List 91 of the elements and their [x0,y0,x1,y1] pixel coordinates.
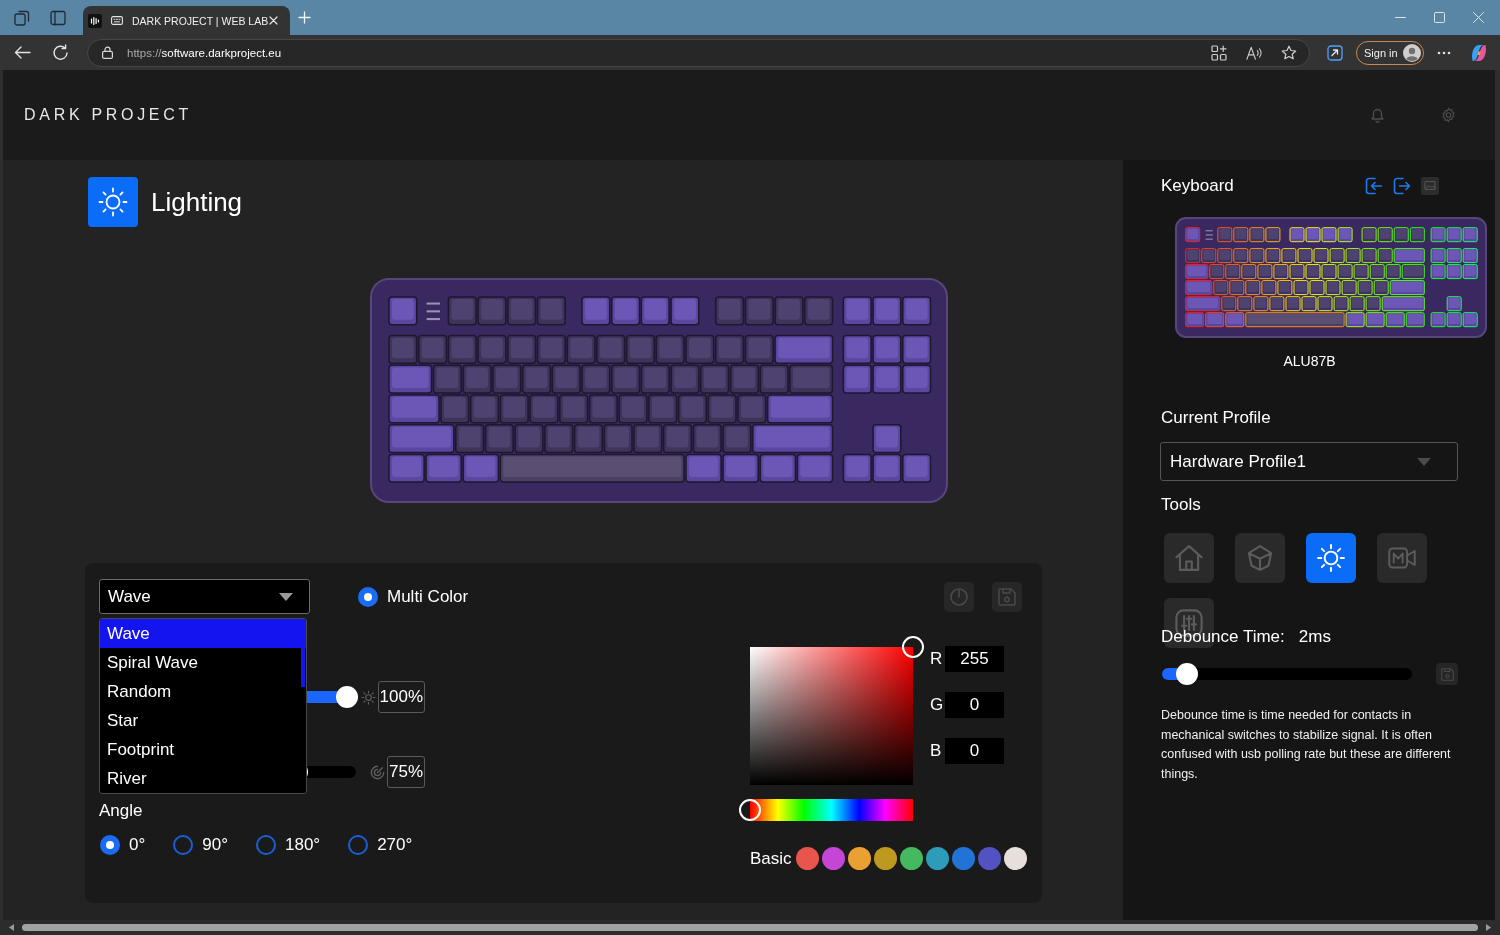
dropdown-option[interactable]: Footprint [100,735,306,764]
channel-label: B [930,741,943,761]
avatar-icon [1403,43,1421,62]
basic-label: Basic [750,848,792,869]
device-name: ALU87B [1282,353,1337,369]
cube-icon [1246,544,1274,572]
angle-label: Angle [99,801,143,821]
keyboard-icon [111,16,123,25]
brand-logo: DARK PROJECT [24,106,192,124]
tools-label: Tools [1161,495,1201,515]
hue-slider-track[interactable] [750,799,913,821]
swatch-icon[interactable] [873,847,897,870]
swatch-icon[interactable] [951,847,975,870]
scroll-left-icon[interactable] [9,924,14,931]
angle-radio[interactable]: 0° [100,835,146,855]
page-title: Lighting [151,186,243,218]
plus-icon[interactable] [298,11,311,24]
swatch-icon[interactable] [1003,847,1027,870]
debounce-value: 2ms [1298,627,1331,647]
maximize-icon[interactable] [1434,12,1445,23]
swatch-icon[interactable] [899,847,923,870]
dropdown-option[interactable]: Spiral Wave [100,648,306,677]
radio-icon[interactable] [256,835,276,855]
multi-color-radio[interactable]: Multi Color [358,586,469,607]
scroll-right-icon[interactable] [1486,924,1491,931]
star-icon[interactable] [1281,44,1297,61]
dropdown-option[interactable]: Wave [100,619,306,648]
profile-select[interactable]: Hardware Profile1 [1160,442,1458,481]
sun-icon [360,689,376,705]
channel-input[interactable]: 255 [945,646,1004,672]
angle-radio[interactable]: 270° [348,835,413,855]
color-field[interactable] [750,647,913,785]
angle-radio[interactable]: 90° [173,835,228,855]
channel-input[interactable]: 0 [945,738,1004,764]
slider-thumb[interactable] [335,686,358,708]
back-icon[interactable] [14,44,31,61]
clock-icon [950,587,968,606]
sign-in-button[interactable]: Sign in [1356,40,1424,65]
apps-icon[interactable] [1211,44,1227,61]
caret-icon [279,592,293,601]
channel-label: G [930,695,945,715]
window-icon[interactable] [50,9,66,26]
refresh-icon[interactable] [52,44,69,61]
picker-handle-icon[interactable] [902,636,924,658]
debounce-description: Debounce time is time needed for contacts in mechanical switches to stabilize signal. It is often confused with usb polling rate but these are different things. [1161,707,1452,783]
scrollbar-thumb[interactable] [22,924,1478,931]
dropdown-option[interactable]: Random [100,677,306,706]
tab-title: DARK PROJECT | WEB LAB [132,14,269,27]
radio-icon[interactable] [100,835,120,855]
profile-label: Current Profile [1161,408,1271,428]
overlapping-squares-icon[interactable] [14,9,30,26]
more-icon[interactable] [1437,50,1451,55]
read-aloud-icon[interactable] [1246,44,1262,61]
value-field[interactable]: 75% [386,756,425,788]
swatch-icon[interactable] [925,847,949,870]
slider-thumb[interactable] [1176,663,1198,685]
close-icon[interactable] [269,16,278,25]
radio-icon[interactable] [173,835,194,855]
horizontal-scrollbar[interactable] [0,920,1500,935]
hue-handle-icon[interactable] [739,799,761,821]
debounce-label: Debounce Time: [1161,627,1285,647]
sun-icon [1317,544,1345,572]
value-field[interactable]: 100% [377,681,425,713]
address-bar[interactable]: https://software.darkproject.eu [87,38,1310,67]
caret-icon [1417,457,1431,466]
box-arrow-left-icon[interactable] [1365,177,1383,195]
scrollbar-thumb[interactable] [301,648,305,687]
sun-icon [88,177,138,227]
channel-label: R [930,649,944,669]
gauge-icon [369,764,385,780]
device-heading: Keyboard [1161,176,1234,196]
swirl-icon[interactable] [1470,43,1488,62]
lock-icon[interactable] [102,46,113,59]
save-icon [1440,667,1454,681]
radio-icon[interactable] [358,586,378,607]
swatch-icon[interactable] [847,847,871,870]
angle-radio[interactable]: 180° [256,835,321,855]
home-icon [1175,544,1203,572]
browser-tab[interactable]: DARK PROJECT | WEB LAB [83,6,290,35]
dropdown-option[interactable]: River [100,764,306,793]
dropdown-option[interactable]: Star [100,706,306,735]
effect-select[interactable]: Wave [99,579,310,614]
swatch-icon[interactable] [977,847,1001,870]
swatch-icon[interactable] [795,847,819,870]
url-text: https://software.darkproject.eu [127,46,282,59]
channel-input[interactable]: 0 [945,692,1004,718]
swatch-icon[interactable] [821,847,845,870]
save-icon [998,587,1016,606]
box-arrow-right-icon[interactable] [1393,177,1411,195]
radio-icon[interactable] [348,835,369,855]
audio-bars-icon [88,13,102,28]
